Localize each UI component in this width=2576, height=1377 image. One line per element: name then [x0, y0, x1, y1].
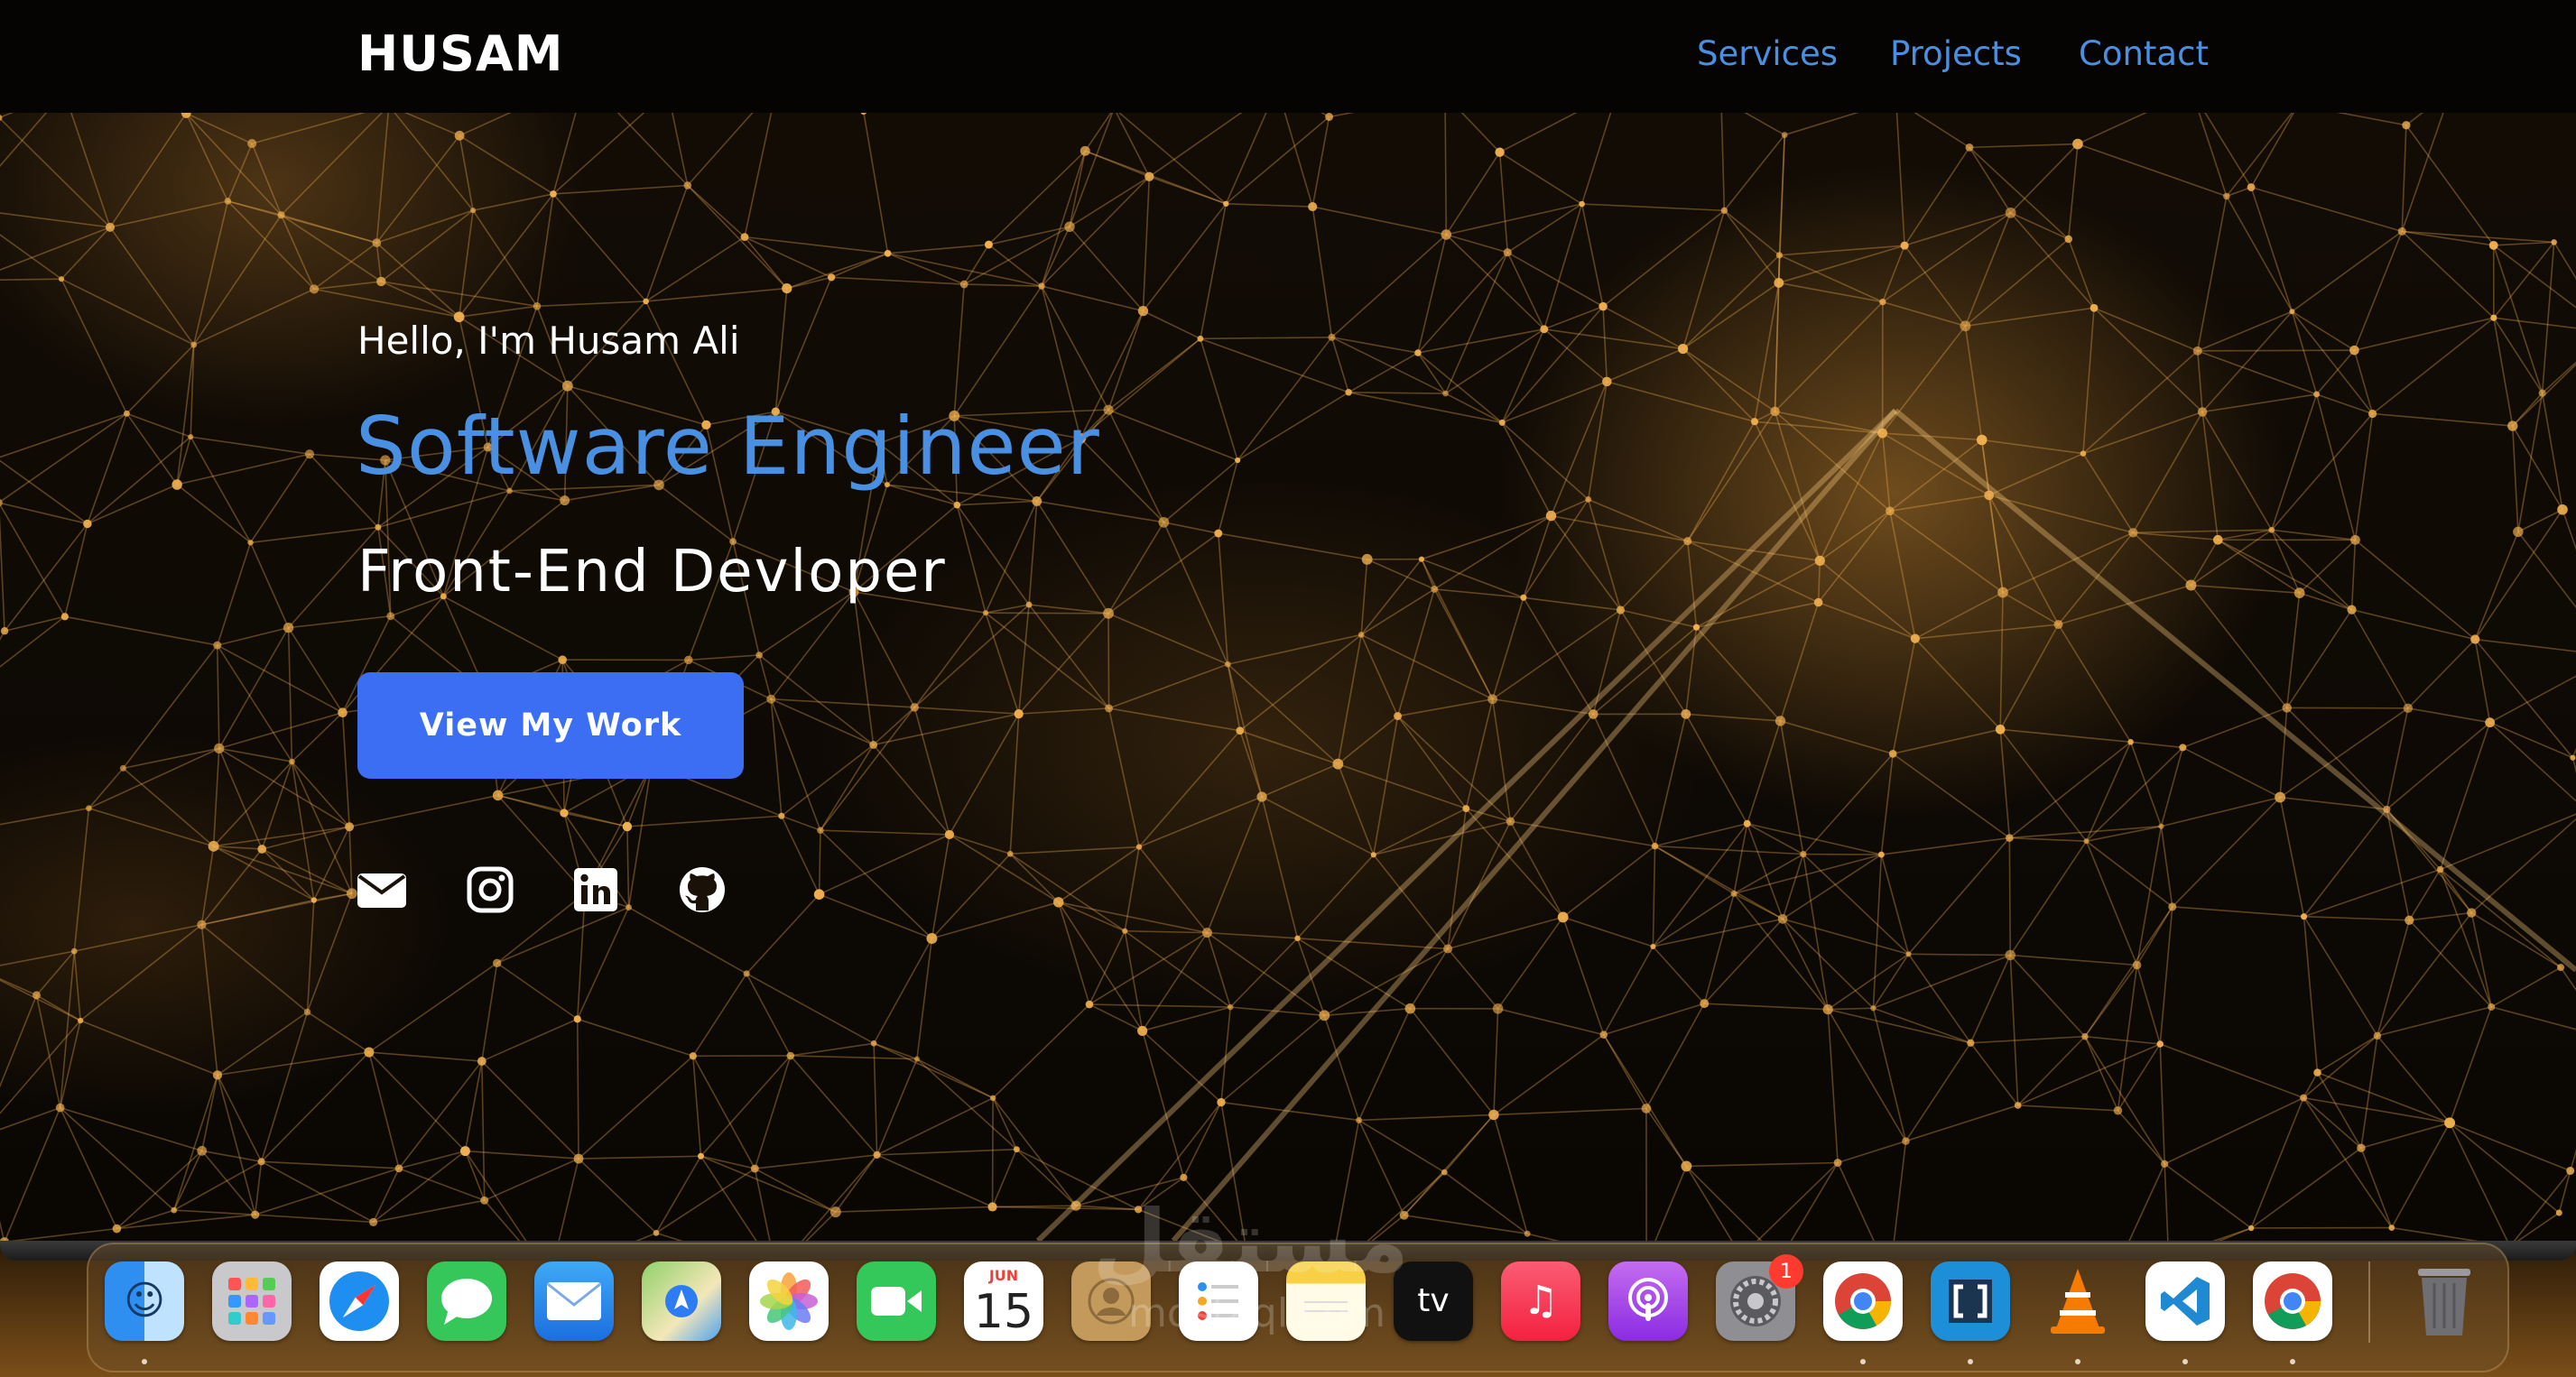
nav-link-projects[interactable]: Projects: [1890, 34, 2022, 73]
linkedin-icon[interactable]: [570, 864, 622, 916]
vlc-icon[interactable]: [2038, 1261, 2117, 1341]
calendar-icon[interactable]: JUN 15: [964, 1261, 1043, 1341]
photos-icon[interactable]: [749, 1261, 829, 1341]
safari-icon[interactable]: [320, 1261, 399, 1341]
running-indicator: [1860, 1359, 1866, 1364]
watermark-url: mostaql.com: [1128, 1290, 1386, 1336]
finder-icon[interactable]: ☺: [105, 1261, 184, 1341]
launchpad-icon[interactable]: [212, 1261, 292, 1341]
podcasts-icon[interactable]: [1608, 1261, 1688, 1341]
mail-icon[interactable]: [534, 1261, 614, 1341]
running-indicator: [1968, 1359, 1973, 1364]
running-indicator: [2075, 1359, 2080, 1364]
watermark-logo: مستقل: [1092, 1191, 1410, 1292]
nav-link-services[interactable]: Services: [1697, 34, 1838, 73]
maps-icon[interactable]: [642, 1261, 721, 1341]
chrome-icon[interactable]: [2253, 1261, 2332, 1341]
hero-section: Hello, I'm Husam Ali Software Engineer F…: [0, 113, 2576, 1241]
nav-link-contact[interactable]: Contact: [2079, 34, 2209, 73]
notification-badge: 1: [1769, 1254, 1803, 1289]
calendar-month: JUN: [988, 1267, 1019, 1284]
appletv-label: tv: [1417, 1282, 1450, 1319]
view-my-work-button[interactable]: View My Work: [357, 672, 744, 779]
calendar-day: 15: [973, 1285, 1034, 1339]
vscode-icon[interactable]: [2145, 1261, 2225, 1341]
github-icon[interactable]: [676, 864, 728, 916]
dock-separator: [2368, 1261, 2370, 1343]
music-icon[interactable]: ♫: [1501, 1261, 1580, 1341]
brackets-icon[interactable]: [1931, 1261, 2010, 1341]
running-indicator: [142, 1359, 147, 1364]
messages-icon[interactable]: [427, 1261, 506, 1341]
instagram-icon[interactable]: [464, 864, 516, 916]
trash-icon[interactable]: [2405, 1261, 2484, 1341]
running-indicator: [2290, 1359, 2295, 1364]
top-navbar: HUSAM Services Projects Contact: [0, 0, 2576, 113]
hero-subtitle: Front-End Devloper: [357, 539, 947, 605]
hero-title: Software Engineer: [356, 400, 1100, 493]
running-indicator: [2182, 1359, 2188, 1364]
hero-greeting: Hello, I'm Husam Ali: [357, 319, 740, 363]
facetime-icon[interactable]: [857, 1261, 936, 1341]
chrome-icon[interactable]: [1823, 1261, 1903, 1341]
brand-logo[interactable]: HUSAM: [357, 25, 563, 82]
envelope-icon[interactable]: [356, 864, 408, 916]
